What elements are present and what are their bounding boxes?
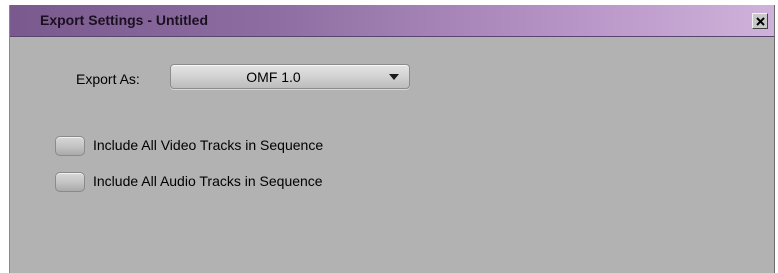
audio-tracks-checkbox[interactable]	[55, 172, 85, 192]
window-title: Export Settings - Untitled	[40, 12, 208, 28]
video-tracks-checkbox[interactable]	[55, 136, 85, 156]
title-bar[interactable]: Export Settings - Untitled	[10, 5, 774, 37]
export-format-dropdown[interactable]: OMF 1.0	[170, 64, 410, 89]
close-button[interactable]	[752, 13, 768, 29]
export-settings-window: Export Settings - Untitled Export As: OM…	[9, 5, 775, 273]
audio-tracks-label: Include All Audio Tracks in Sequence	[93, 173, 323, 189]
export-format-value: OMF 1.0	[246, 69, 301, 85]
chevron-down-icon	[389, 74, 399, 80]
export-as-label: Export As:	[76, 71, 140, 87]
video-tracks-label: Include All Video Tracks in Sequence	[93, 137, 324, 153]
close-icon	[756, 17, 765, 26]
